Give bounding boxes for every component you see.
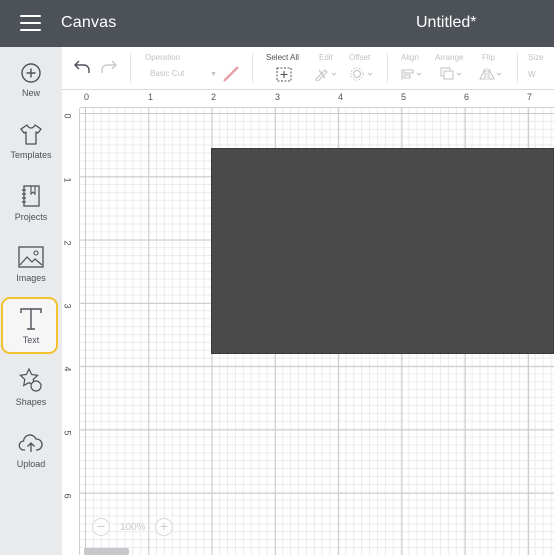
- sidebar-item-images[interactable]: Images: [0, 245, 62, 303]
- chevron-down-icon: ▼: [210, 71, 217, 78]
- zoom-in-button[interactable]: +: [155, 518, 173, 536]
- divider: [387, 53, 388, 83]
- ruler-corner: [62, 90, 80, 108]
- operation-select[interactable]: Basic Cut ▼: [150, 69, 217, 82]
- ruler-tick-label: 7: [527, 92, 533, 102]
- ruler-tick-label: 6: [62, 493, 73, 499]
- divider: [517, 53, 518, 83]
- sidebar-item-upload[interactable]: Upload: [0, 431, 62, 489]
- sidebar-item-label: Text: [22, 335, 40, 345]
- ruler-tick-label: 0: [62, 113, 73, 119]
- operation-select-value: Basic Cut: [150, 69, 185, 78]
- cloud-upload-icon: [18, 434, 43, 452]
- edit-icon[interactable]: [314, 67, 338, 81]
- sidebar-item-label: Templates: [10, 150, 52, 160]
- select-all-label: Select All: [266, 53, 299, 62]
- tshirt-icon: [20, 124, 42, 145]
- size-width-label: W: [528, 70, 536, 79]
- zoom-out-button[interactable]: −: [92, 518, 110, 536]
- offset-label: Offset: [349, 53, 371, 62]
- sidebar-item-label: Upload: [16, 459, 46, 469]
- text-t-icon: [20, 308, 42, 330]
- shapes-icon: [19, 367, 42, 392]
- sidebar-item-text[interactable]: Text: [0, 297, 62, 365]
- ruler-tick-label: 2: [211, 92, 217, 102]
- ruler-tick-label: 3: [275, 92, 281, 102]
- document-title[interactable]: Untitled*: [416, 14, 476, 32]
- ruler-tick-label: 6: [464, 92, 470, 102]
- flip-icon[interactable]: [478, 67, 504, 81]
- align-icon[interactable]: [400, 67, 426, 81]
- ruler-tick-label: 0: [84, 92, 90, 102]
- divider: [130, 53, 131, 83]
- ruler-tick-label: 1: [148, 92, 154, 102]
- operation-label: Operation: [145, 53, 181, 62]
- sidebar-item-shapes[interactable]: Shapes: [0, 367, 62, 425]
- color-swatch-icon[interactable]: [222, 65, 240, 83]
- edit-label: Edit: [319, 53, 333, 62]
- zoom-level: 100%: [120, 522, 146, 533]
- edit-toolbar: Operation Basic Cut ▼ Select All Edit Of…: [62, 47, 554, 90]
- undo-icon[interactable]: [73, 59, 91, 75]
- flip-label: Flip: [482, 53, 495, 62]
- sidebar-item-label: Projects: [14, 212, 48, 222]
- sidebar-item-label: New: [21, 88, 40, 98]
- ruler-tick-label: 4: [62, 366, 73, 372]
- sidebar-item-templates[interactable]: Templates: [0, 122, 62, 180]
- ruler-tick-label: 5: [401, 92, 407, 102]
- offset-icon[interactable]: [350, 67, 376, 81]
- hamburger-menu-icon[interactable]: [20, 15, 41, 32]
- notebook-icon: [22, 185, 40, 207]
- top-bar: Canvas Untitled*: [0, 0, 554, 47]
- ruler-tick-label: 5: [62, 430, 73, 436]
- divider: [252, 53, 253, 83]
- size-label: Size: [528, 53, 544, 62]
- left-sidebar: New Templates Projects Images Text Shape…: [0, 47, 62, 555]
- select-all-icon[interactable]: [276, 67, 292, 82]
- ruler-tick-label: 1: [62, 177, 73, 183]
- horizontal-scrollbar[interactable]: [84, 548, 129, 555]
- redo-icon[interactable]: [100, 59, 118, 75]
- ruler-tick-label: 4: [338, 92, 344, 102]
- arrange-icon[interactable]: [439, 67, 465, 81]
- sidebar-item-new[interactable]: New: [0, 62, 62, 120]
- sidebar-item-label: Shapes: [15, 397, 47, 407]
- plus-circle-icon: [21, 63, 41, 83]
- ruler-tick-label: 2: [62, 240, 73, 246]
- arrange-label: Arrange: [435, 53, 464, 62]
- ruler-tick-label: 3: [62, 303, 73, 309]
- vertical-ruler: 0 1 2 3 4 5 6: [62, 108, 80, 555]
- sidebar-item-label: Images: [16, 273, 46, 283]
- align-label: Align: [401, 53, 419, 62]
- sidebar-item-projects[interactable]: Projects: [0, 184, 62, 242]
- canvas-rectangle-shape[interactable]: [211, 148, 554, 354]
- horizontal-ruler: 0 1 2 3 4 5 6 7: [80, 90, 554, 108]
- image-icon: [18, 246, 44, 268]
- app-title: Canvas: [61, 14, 117, 31]
